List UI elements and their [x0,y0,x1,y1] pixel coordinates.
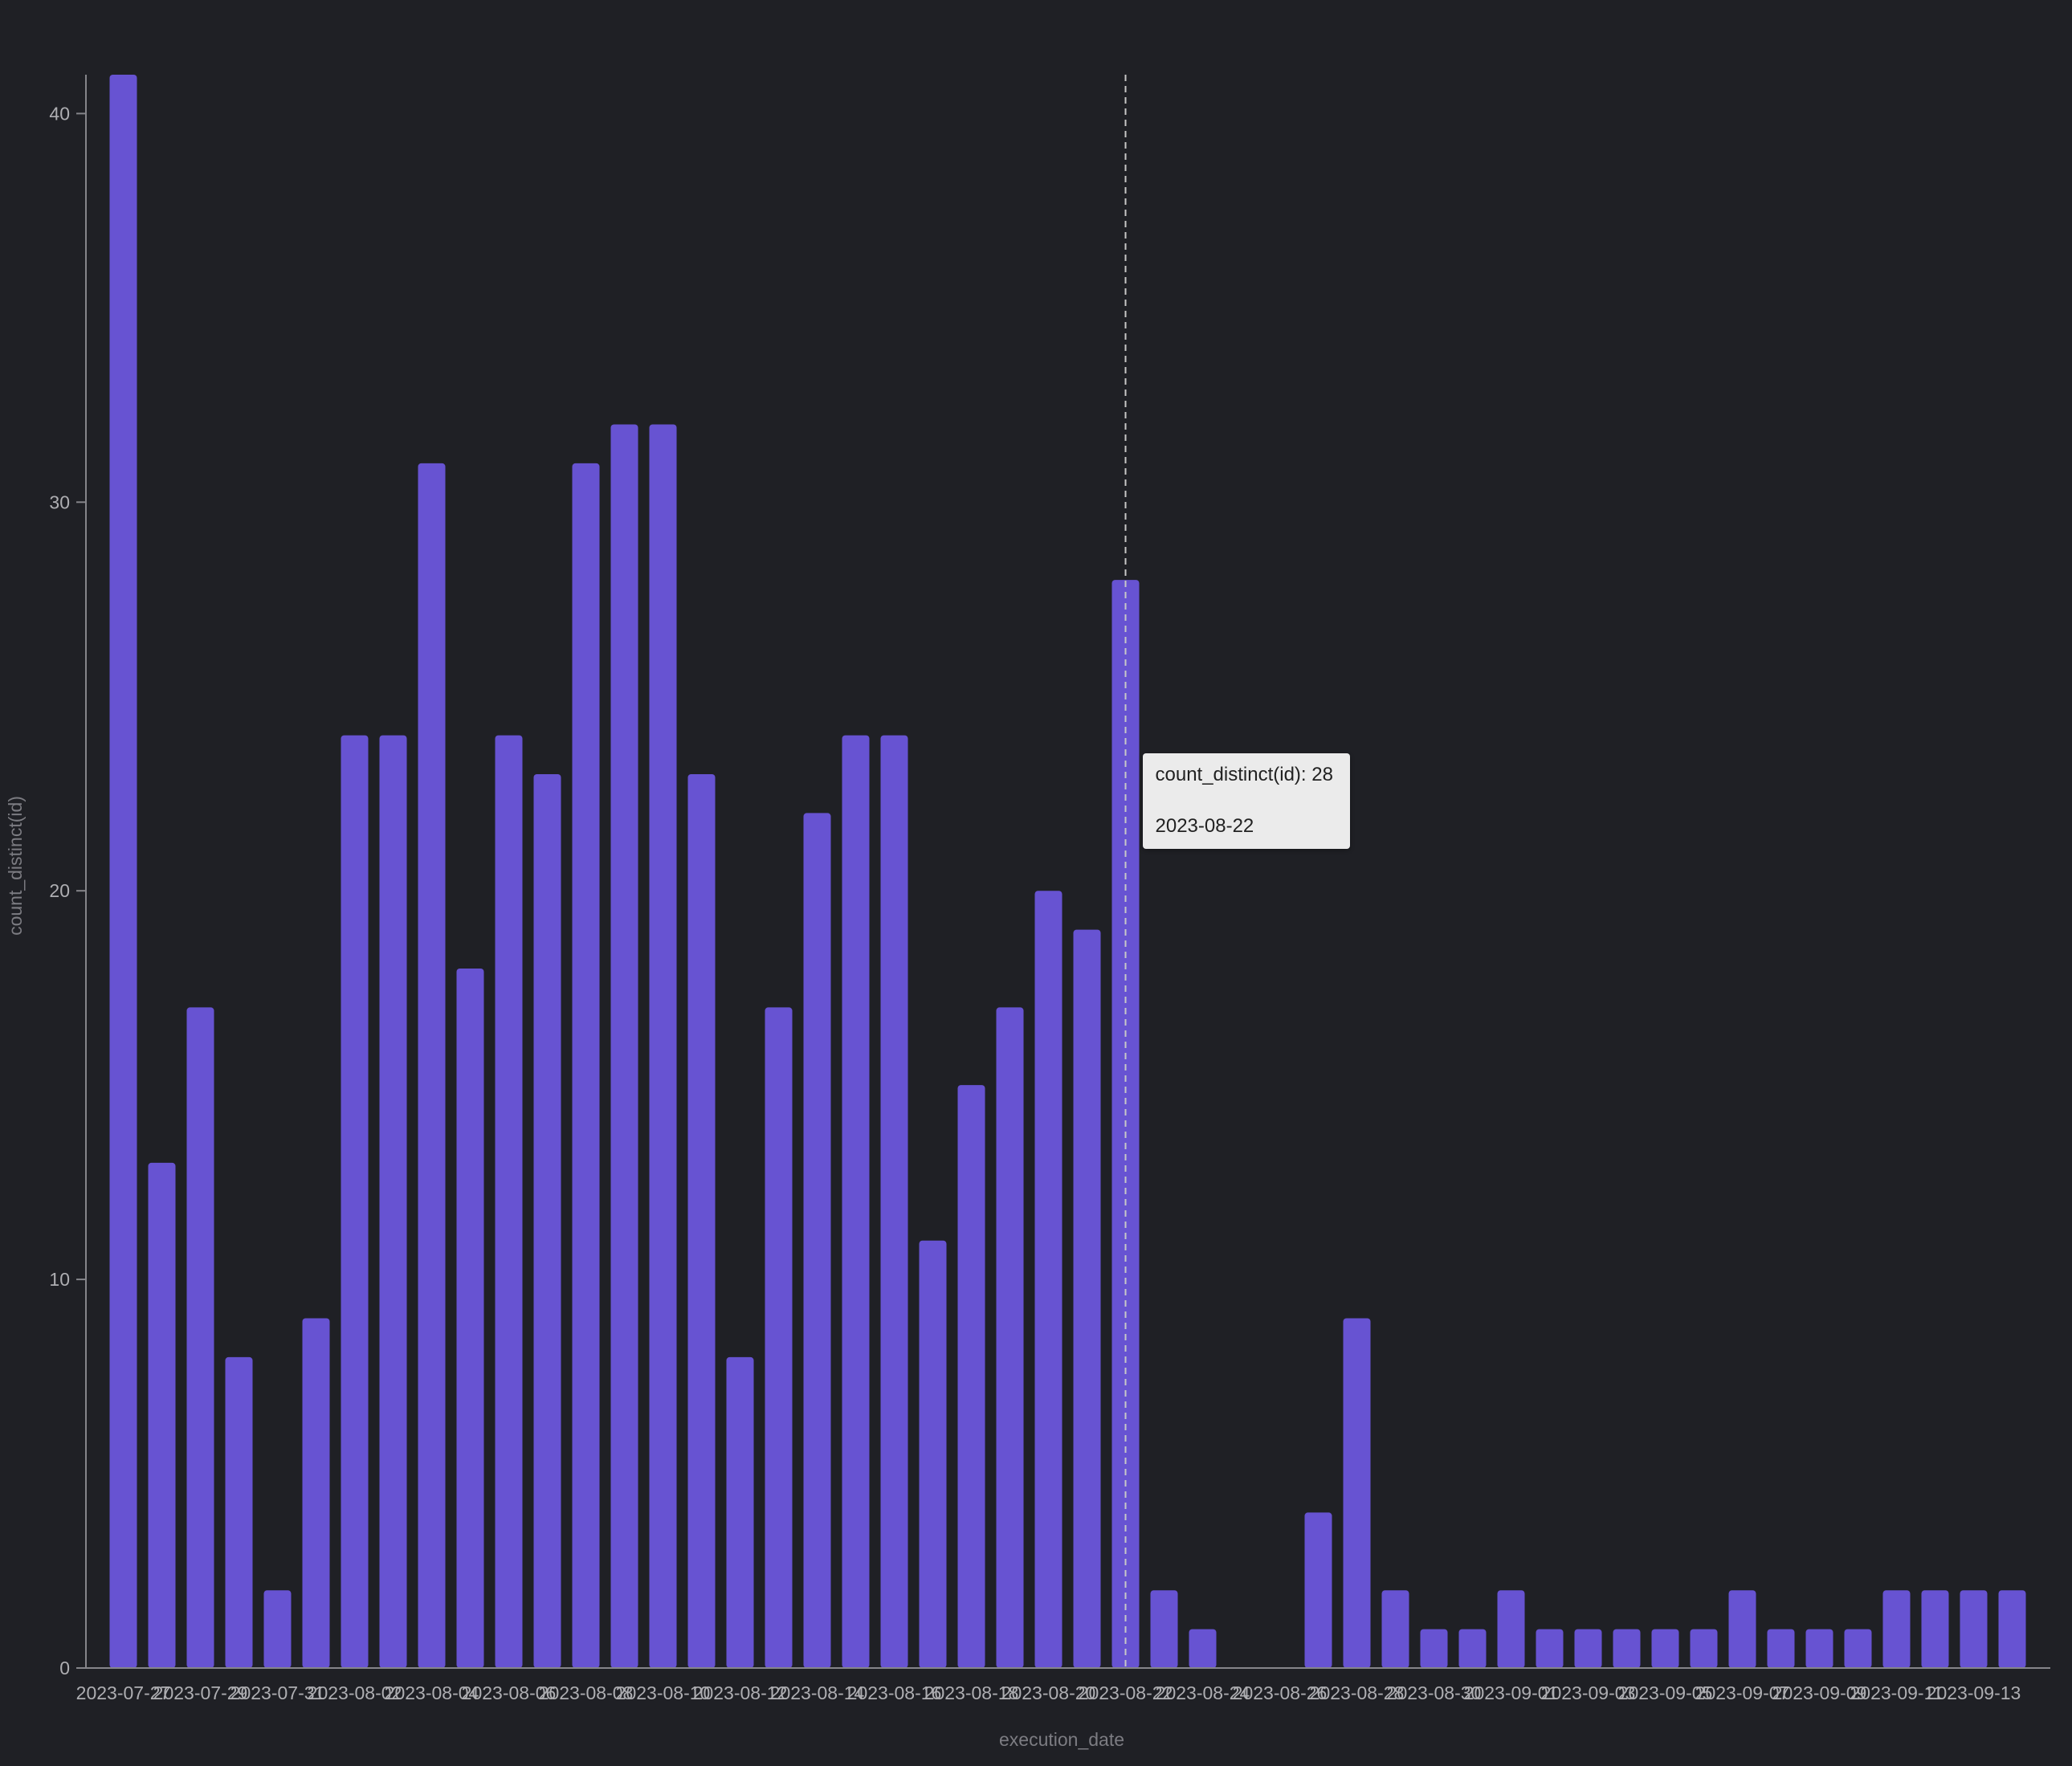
tooltip-value: count_distinct(id): 28 [1155,764,1333,785]
bar-2023-08-31[interactable] [1458,1629,1487,1668]
bar-2023-09-04[interactable] [1613,1629,1641,1668]
bar-2023-07-30[interactable] [225,1356,253,1668]
bar-2023-08-03[interactable] [379,735,407,1668]
bar-2023-08-10[interactable] [649,424,677,1669]
bar-2023-09-02[interactable] [1536,1629,1564,1668]
bar-2023-08-01[interactable] [302,1318,330,1669]
bar-2023-08-14[interactable] [803,813,831,1668]
bar-2023-09-13[interactable] [1960,1590,1988,1668]
bar-2023-09-11[interactable] [1882,1590,1911,1668]
bar-2023-08-05[interactable] [456,969,484,1668]
bar-2023-09-05[interactable] [1651,1629,1679,1668]
bar-2023-08-24[interactable] [1189,1629,1217,1668]
bar-2023-07-27[interactable] [109,75,137,1668]
bar-2023-07-28[interactable] [148,1162,176,1668]
y-tick-label: 0 [59,1658,70,1678]
bar-2023-09-08[interactable] [1767,1629,1795,1668]
bar-2023-08-27[interactable] [1304,1512,1332,1668]
bar-chart: 0 10 20 30 40 2023-07-27 2023-07-29 2023-07-31 2… [0,0,2072,1762]
bar-2023-08-16[interactable] [880,735,908,1668]
y-tick-label: 10 [49,1269,70,1290]
bar-2023-07-29[interactable] [186,1007,214,1668]
bar-2023-08-20[interactable] [1034,891,1063,1668]
x-axis-label: execution_date [999,1729,1124,1750]
chart-canvas: 0102030402023-07-272023-07-292023-07-312… [5,75,2050,1750]
y-tick-label: 40 [49,103,70,124]
bar-2023-08-21[interactable] [1073,929,1101,1668]
bar-2023-08-09[interactable] [610,424,638,1669]
bar-2023-08-23[interactable] [1150,1590,1178,1668]
bar-2023-08-15[interactable] [842,735,870,1668]
bar-2023-07-31[interactable] [263,1590,292,1668]
bar-2023-09-06[interactable] [1690,1629,1718,1668]
bar-2023-09-01[interactable] [1497,1590,1525,1668]
x-tick-label: 2023-09-13 [1927,1682,2021,1703]
bar-2023-08-02[interactable] [341,735,369,1668]
bar-2023-08-17[interactable] [919,1240,947,1668]
bar-2023-09-03[interactable] [1574,1629,1602,1668]
bar-2023-08-28[interactable] [1343,1318,1371,1669]
bar-2023-08-30[interactable] [1420,1629,1448,1668]
bar-2023-08-29[interactable] [1381,1590,1409,1668]
bar-2023-08-07[interactable] [533,774,561,1668]
y-tick-label: 30 [49,491,70,512]
hover-tooltip: count_distinct(id): 28 2023-08-22 [1142,753,1350,849]
bar-2023-09-12[interactable] [1921,1590,1949,1668]
bar-2023-09-09[interactable] [1805,1629,1833,1668]
bar-2023-08-04[interactable] [418,463,446,1668]
y-axis-label: count_distinct(id) [5,796,26,936]
bar-2023-08-12[interactable] [726,1356,754,1668]
bar-2023-08-08[interactable] [572,463,600,1668]
tooltip-date: 2023-08-22 [1155,815,1254,837]
bar-2023-08-19[interactable] [996,1007,1024,1668]
bar-2023-09-07[interactable] [1728,1590,1756,1668]
bar-2023-09-10[interactable] [1844,1629,1872,1668]
bar-2023-08-11[interactable] [687,774,716,1668]
bar-2023-08-13[interactable] [765,1007,793,1668]
y-tick-label: 20 [49,880,70,901]
bar-2023-08-18[interactable] [957,1085,985,1668]
bar-2023-08-06[interactable] [495,735,523,1668]
bars-layer [109,75,2026,1669]
bar-2023-09-14[interactable] [1998,1590,2026,1668]
